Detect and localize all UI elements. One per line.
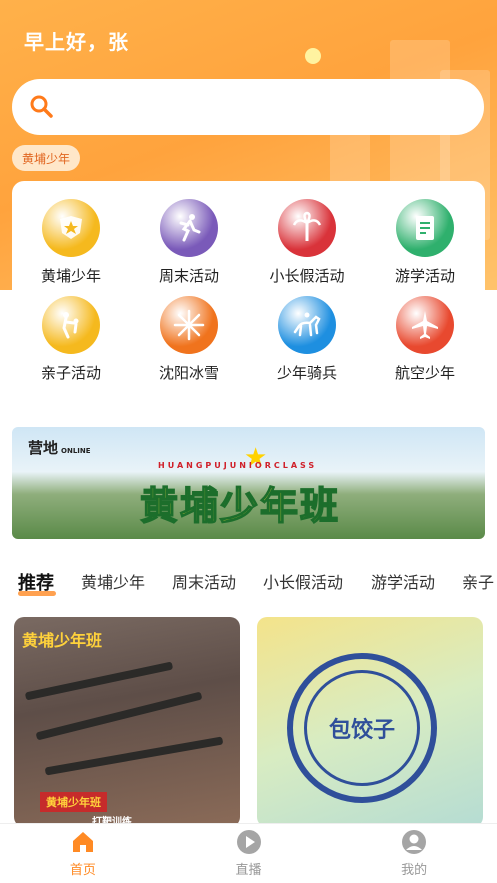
banner-logo: 营地 ONLINE [28, 439, 91, 457]
horse-rider-icon [278, 296, 336, 354]
menu-item[interactable]: 少年骑兵 [248, 296, 366, 383]
menu-item-label: 黄埔少年 [40, 267, 101, 285]
tab-holiday[interactable]: 小长假活动 [263, 569, 343, 593]
nav-live-label: 直播 [235, 863, 262, 878]
certificate-icon [396, 199, 454, 257]
menu-item-label: 亲子活动 [40, 364, 101, 382]
nav-home-label: 首页 [69, 863, 96, 878]
menu-item-label: 少年骑兵 [276, 364, 337, 382]
home-icon [72, 832, 93, 852]
banner-title: 黄埔少年班 [139, 483, 341, 529]
promo-banner[interactable]: 营地 ONLINE ★ HUANGPUJUNIORCLASS 黄埔少年班 [12, 427, 485, 539]
menu-item[interactable]: 游学活动 [366, 199, 484, 286]
user-icon [402, 830, 427, 854]
parent-child-icon [42, 296, 100, 354]
menu-item-label: 游学活动 [394, 267, 455, 285]
menu-item[interactable]: 黄埔少年 [12, 199, 130, 286]
badge-icon [42, 199, 100, 257]
tab-study-tour[interactable]: 游学活动 [371, 569, 435, 593]
running-person-icon [160, 199, 218, 257]
menu-item-label: 沈阳冰雪 [158, 364, 219, 382]
nav-mine[interactable]: 我的 [331, 824, 497, 883]
category-menu: 黄埔少年 周末活动 小长假活动 游学活动亲子活动 沈阳冰雪 少年骑兵 航空少年 [12, 181, 485, 411]
activity-card[interactable]: 包饺子 [257, 617, 483, 827]
card-title: 包饺子 [328, 718, 395, 743]
card-badge: 黄埔少年班 [40, 792, 107, 812]
stamp-seal: 包饺子 [287, 653, 437, 803]
menu-item[interactable]: 航空少年 [366, 296, 484, 383]
search-icon [30, 95, 53, 118]
greeting-text: 早上好，张 [24, 30, 129, 54]
nav-live[interactable]: 直播 [166, 824, 332, 883]
menu-item[interactable]: 小长假活动 [248, 199, 366, 286]
nav-home[interactable]: 首页 [0, 824, 166, 883]
activity-card[interactable]: 黄埔少年班 黄埔少年班 打靶训练 [14, 617, 240, 827]
menu-item-label: 航空少年 [394, 364, 455, 382]
search-bar[interactable] [12, 79, 484, 135]
airplane-icon [396, 296, 454, 354]
menu-item-label: 周末活动 [158, 267, 219, 285]
nav-mine-label: 我的 [401, 863, 428, 878]
tab-huangpu[interactable]: 黄埔少年 [81, 569, 145, 593]
play-icon [236, 830, 261, 854]
card-title: 黄埔少年班 [22, 631, 103, 650]
menu-item[interactable]: 沈阳冰雪 [130, 296, 248, 383]
menu-item[interactable]: 周末活动 [130, 199, 248, 286]
bottom-navigation: 首页 直播 我的 [0, 823, 497, 883]
tab-active-indicator [18, 591, 56, 596]
menu-item-label: 小长假活动 [269, 267, 345, 285]
palm-tree-icon [278, 199, 336, 257]
menu-item[interactable]: 亲子活动 [12, 296, 130, 383]
category-tabs: 推荐 黄埔少年 周末活动 小长假活动 游学活动 亲子 [0, 569, 497, 597]
snowflake-icon [160, 296, 218, 354]
banner-subtitle: HUANGPUJUNIORCLASS [158, 461, 318, 470]
hot-tag-chip[interactable]: 黄埔少年 [12, 145, 81, 171]
tab-weekend[interactable]: 周末活动 [172, 569, 236, 593]
tab-family[interactable]: 亲子 [462, 569, 494, 593]
